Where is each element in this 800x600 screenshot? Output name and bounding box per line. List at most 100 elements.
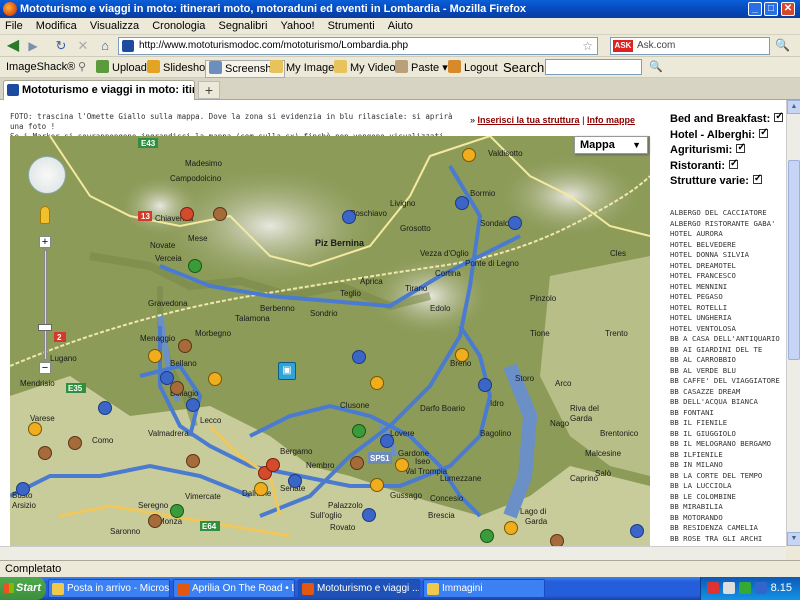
back-icon[interactable]: ◀: [4, 37, 22, 55]
bb-marker[interactable]: [186, 454, 200, 468]
filter-ristoranti-checkbox[interactable]: [729, 156, 738, 171]
structure-list-item[interactable]: BB IL FIENILE: [670, 418, 786, 429]
start-button[interactable]: Start: [0, 577, 46, 600]
bb-marker[interactable]: [148, 514, 162, 528]
hotel-marker[interactable]: [395, 458, 409, 472]
slideshow-button[interactable]: Slideshow: [147, 60, 213, 76]
structure-list-item[interactable]: BB A CASA DELL'ANTIQUARIO: [670, 334, 786, 345]
task-mototurismo[interactable]: Mototurismo e viaggi ...: [298, 579, 420, 598]
task-immagini[interactable]: Immagini: [423, 579, 545, 598]
hotel-marker[interactable]: [208, 372, 222, 386]
volume-icon[interactable]: [723, 582, 735, 594]
forward-icon[interactable]: ▶: [24, 37, 42, 55]
structure-list-item[interactable]: BB IN MILANO: [670, 460, 786, 471]
hotel-marker[interactable]: [370, 376, 384, 390]
structure-list-item[interactable]: BB DELL'ACQUA BIANCA: [670, 397, 786, 408]
structure-list-item[interactable]: BB MOTORANDO: [670, 513, 786, 524]
search-input[interactable]: ASK Ask.com 🔍: [610, 37, 790, 55]
moto-marker[interactable]: [342, 210, 356, 224]
reload-icon[interactable]: ↻: [52, 37, 70, 55]
photo-marker[interactable]: ▣: [278, 362, 296, 380]
structure-list-item[interactable]: BB AL VERDE BLU: [670, 366, 786, 377]
filter-agriturismi-checkbox[interactable]: [736, 140, 746, 156]
new-tab-button[interactable]: +: [198, 81, 220, 99]
menu-yahoo[interactable]: Yahoo!: [275, 18, 319, 35]
structure-list-item[interactable]: HOTEL VENTOLOSA: [670, 324, 786, 335]
bb-marker[interactable]: [350, 456, 364, 470]
bb-marker[interactable]: [178, 339, 192, 353]
hotel-marker[interactable]: [455, 348, 469, 362]
structure-list-item[interactable]: HOTEL FRANCESCO: [670, 271, 786, 282]
ask-engine-icon[interactable]: ASK: [613, 40, 633, 52]
moto-marker[interactable]: [380, 434, 394, 448]
insert-structure-link[interactable]: Inserisci la tua struttura: [478, 115, 580, 125]
structure-list-item[interactable]: BB LE COLOMBINE: [670, 492, 786, 503]
security-icon[interactable]: [755, 582, 767, 594]
agriturismo-marker[interactable]: [188, 259, 202, 273]
bb-marker[interactable]: [213, 207, 227, 221]
hotel-marker[interactable]: [28, 422, 42, 436]
structure-list-item[interactable]: BB RESIDENZA CAMELIA: [670, 523, 786, 534]
structure-list-item[interactable]: BB FONTANI: [670, 408, 786, 419]
paste-button[interactable]: Paste ▾: [395, 60, 448, 76]
scroll-thumb[interactable]: [788, 160, 800, 360]
moto-marker[interactable]: [362, 508, 376, 522]
structure-list-item[interactable]: BB ROSE TRA GLI ARCHI: [670, 534, 786, 545]
filter-hotel-checkbox[interactable]: [759, 125, 769, 140]
structure-list-item[interactable]: ALBERGO RISTORANTE GABA': [670, 219, 786, 230]
moto-marker[interactable]: [98, 401, 112, 415]
task-aprilia[interactable]: Aprilia On The Road • Le...: [173, 579, 295, 598]
imageshack-menu[interactable]: ImageShack®: [6, 60, 75, 75]
structure-list-item[interactable]: BB CASAZZE DREAM: [670, 387, 786, 398]
my-images-button[interactable]: My Images: [270, 60, 340, 76]
zoom-slider[interactable]: [44, 250, 47, 360]
moto-marker[interactable]: [478, 378, 492, 392]
menu-strumenti[interactable]: Strumenti: [323, 18, 380, 35]
my-videos-button[interactable]: My Videos: [334, 60, 401, 76]
hotel-marker[interactable]: [462, 148, 476, 162]
scroll-up-icon[interactable]: ▲: [787, 100, 800, 114]
structure-list-item[interactable]: BB CAFFE' DEL VIAGGIATORE: [670, 376, 786, 387]
hotel-marker[interactable]: [148, 349, 162, 363]
structure-list-item[interactable]: HOTEL DONNA SILVIA: [670, 250, 786, 261]
bb-marker[interactable]: [38, 446, 52, 460]
filter-bb-checkbox[interactable]: [774, 109, 784, 125]
filter-strutture-checkbox[interactable]: [752, 171, 762, 187]
restaurant-marker[interactable]: [180, 207, 194, 221]
tab-mototurismo[interactable]: Mototurismo e viaggi in moto: itiner...: [3, 80, 195, 100]
menu-modifica[interactable]: Modifica: [31, 18, 82, 35]
structure-list-item[interactable]: BB MIRABILIA: [670, 502, 786, 513]
moto-marker[interactable]: [508, 216, 522, 230]
home-icon[interactable]: ⌂: [96, 37, 114, 55]
bb-marker[interactable]: [550, 534, 564, 546]
zoom-in-button[interactable]: +: [39, 236, 51, 248]
scroll-down-icon[interactable]: ▼: [787, 532, 800, 546]
bb-marker[interactable]: [68, 436, 82, 450]
moto-marker[interactable]: [16, 482, 30, 496]
upload-button[interactable]: Upload: [96, 60, 147, 76]
tray-app-icon[interactable]: [707, 582, 719, 594]
minimize-button[interactable]: _: [748, 2, 762, 16]
menu-aiuto[interactable]: Aiuto: [383, 18, 418, 35]
map-type-select[interactable]: Mappa ▼: [574, 136, 648, 154]
toolbar-search-icon[interactable]: 🔍: [649, 60, 663, 75]
menu-file[interactable]: File: [0, 18, 28, 35]
stop-icon[interactable]: ✕: [74, 37, 92, 55]
menu-cronologia[interactable]: Cronologia: [147, 18, 210, 35]
structure-list-item[interactable]: HOTEL BELVEDERE: [670, 240, 786, 251]
network-icon[interactable]: [739, 582, 751, 594]
structure-list-item[interactable]: BB AL CARROBBIO: [670, 355, 786, 366]
structure-list-item[interactable]: HOTEL MENNINI: [670, 282, 786, 293]
moto-marker[interactable]: [455, 196, 469, 210]
structure-list-item[interactable]: ALBERGO DEL CACCIATORE: [670, 208, 786, 219]
hotel-marker[interactable]: [370, 478, 384, 492]
structure-list-item[interactable]: BB LA LUCCIOLA: [670, 481, 786, 492]
pegman-icon[interactable]: [40, 206, 50, 224]
structure-list-item[interactable]: HOTEL DREAMOTEL: [670, 261, 786, 272]
structure-list-item[interactable]: BB AI GIARDINI DEL TE: [670, 345, 786, 356]
pin-icon[interactable]: ⚲: [78, 60, 86, 75]
moto-marker[interactable]: [352, 350, 366, 364]
agriturismo-marker[interactable]: [170, 504, 184, 518]
horizontal-scrollbar[interactable]: [0, 546, 786, 560]
menu-visualizza[interactable]: Visualizza: [85, 18, 144, 35]
